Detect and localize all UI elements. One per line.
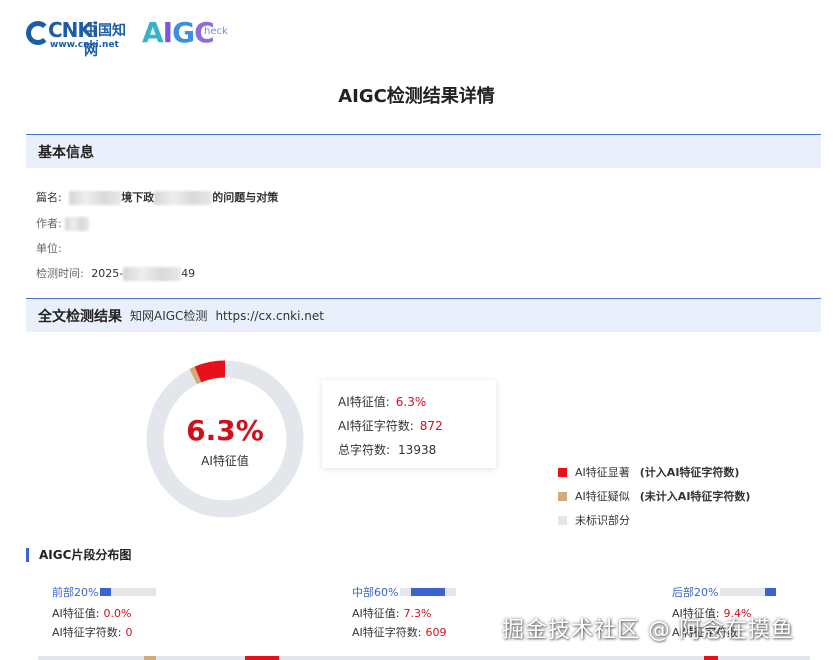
service-url: https://cx.cnki.net [215,308,324,323]
aigc-check-logo: AIGC heck [142,16,237,50]
check-time-label: 检测时间: [36,267,84,280]
segment-name: 后部20% [672,586,719,599]
legend-unmarked: 未标识部分 [558,512,630,528]
basic-info-header: 基本信息 [26,134,821,168]
aigc-logo-word: AIGC [142,16,215,49]
site-watermark: 掘金技术社区 @ 阿念在摸鱼 [502,618,794,643]
full-result-heading: 全文检测结果 [38,308,122,325]
redacted-text [123,267,182,281]
distribution-heading: AIGC片段分布图 [26,548,131,562]
segment-bar-fill [764,588,776,596]
basic-info-heading: 基本信息 [38,144,94,161]
segment-bar-fill [411,588,445,596]
stats-card: AI特征值: 6.3% AI特征字符数: 872 总字符数: 13938 [322,380,496,468]
cnki-logo: CNKi 中国知网 www.cnki.net [26,18,136,59]
paper-title-part1: 境下政 [121,191,155,204]
redacted-text [65,217,90,231]
cnki-logo-url: www.cnki.net [50,40,119,50]
legend-swatch-unmarked [558,515,567,525]
segment-ai-label: AI特征值: [52,607,100,620]
segment-front: 前部20% AI特征值: 0.0% AI特征字符数: 0 [52,585,156,639]
overview-mark-significant [704,656,718,660]
segment-bar [720,588,776,596]
author-label: 作者: [36,217,62,230]
segment-bar [100,588,156,596]
segment-ai-label: AI特征值: [352,607,400,620]
full-result-header: 全文检测结果 知网AIGC检测 https://cx.cnki.net [26,298,821,332]
unit-row: 单位: [36,240,62,256]
redacted-text [154,191,213,205]
fragment-overview-bar [38,656,810,660]
legend-note: (未计入AI特征字符数) [639,490,751,503]
page-title: AIGC检测结果详情 [338,86,495,107]
check-time-suffix: 49 [181,267,196,280]
ai-value-line: AI特征值: 6.3% [338,392,496,416]
total-chars-label: 总字符数: [338,443,391,457]
ai-chars: 872 [419,419,443,433]
ai-value: 6.3% [395,395,427,409]
segment-name: 中部60% [352,586,399,599]
segment-ai-value: 7.3% [403,607,432,620]
redacted-text [69,191,122,205]
segment-ai-value: 0.0% [103,607,132,620]
legend-significant: AI特征显著 (计入AI特征字符数) [558,464,739,480]
author-row: 作者: [36,215,90,231]
ai-percent-value: 6.3% [186,414,264,447]
ai-percent-label: AI特征值 [201,454,249,468]
legend-suspected: AI特征疑似 (未计入AI特征字符数) [558,488,750,504]
legend-label: AI特征疑似 [575,490,630,503]
check-time-row: 检测时间: 2025- 49 [36,265,195,281]
legend-swatch-significant [558,467,567,477]
segment-chars: 0 [125,626,133,639]
paper-title-part2: 的问题与对策 [212,191,279,204]
segment-chars-label: AI特征字符数: [52,626,122,639]
legend-label: AI特征显著 [575,466,630,479]
paper-title-label: 篇名: [36,191,62,204]
ai-chars-line: AI特征字符数: 872 [338,416,496,440]
ai-chars-label: AI特征字符数: [338,419,414,433]
aigc-logo-small: heck [204,26,228,37]
legend-label: 未标识部分 [575,514,630,527]
segment-bar [400,588,456,596]
overview-mark-suspected [144,656,156,660]
segment-bar-fill [100,588,112,596]
total-chars-line: 总字符数: 13938 [338,440,496,464]
segment-name: 前部20% [52,586,99,599]
ai-ratio-donut: 6.3% AI特征值 [146,360,304,518]
paper-title-row: 篇名: 境下政 的问题与对策 [36,189,278,205]
legend-note: (计入AI特征字符数) [639,466,740,479]
segment-chars: 609 [425,626,447,639]
unit-label: 单位: [36,242,62,255]
overview-mark-significant [245,656,279,660]
cnki-ring-icon [26,21,50,45]
ai-value-label: AI特征值: [338,395,390,409]
segment-chars-label: AI特征字符数: [352,626,422,639]
total-chars: 13938 [398,443,437,457]
check-time-prefix: 2025- [91,267,124,280]
segment-middle: 中部60% AI特征值: 7.3% AI特征字符数: 609 [352,585,456,639]
legend-swatch-suspected [558,491,567,501]
service-name: 知网AIGC检测 [130,309,208,323]
